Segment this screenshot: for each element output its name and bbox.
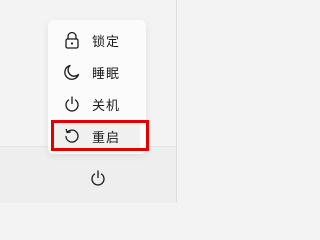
menu-item-label: 重启 — [92, 130, 121, 146]
menu-item-label: 关机 — [92, 98, 121, 114]
desktop-area: 锁定 睡眠 关机 重启 — [0, 0, 213, 203]
menu-item-restart[interactable]: 重启 — [54, 121, 140, 151]
menu-item-label: 睡眠 — [92, 66, 121, 82]
menu-item-sleep[interactable]: 睡眠 — [54, 57, 140, 87]
restart-icon — [62, 126, 82, 146]
lock-icon — [62, 30, 82, 50]
power-icon — [90, 170, 106, 186]
moon-icon — [62, 62, 82, 82]
menu-item-shutdown[interactable]: 关机 — [54, 89, 140, 119]
power-button[interactable] — [87, 167, 109, 189]
menu-item-lock[interactable]: 锁定 — [54, 25, 140, 55]
power-icon — [62, 94, 82, 114]
power-options-menu: 锁定 睡眠 关机 重启 — [48, 20, 146, 154]
right-panel-edge — [176, 0, 177, 202]
menu-item-label: 锁定 — [92, 34, 121, 50]
